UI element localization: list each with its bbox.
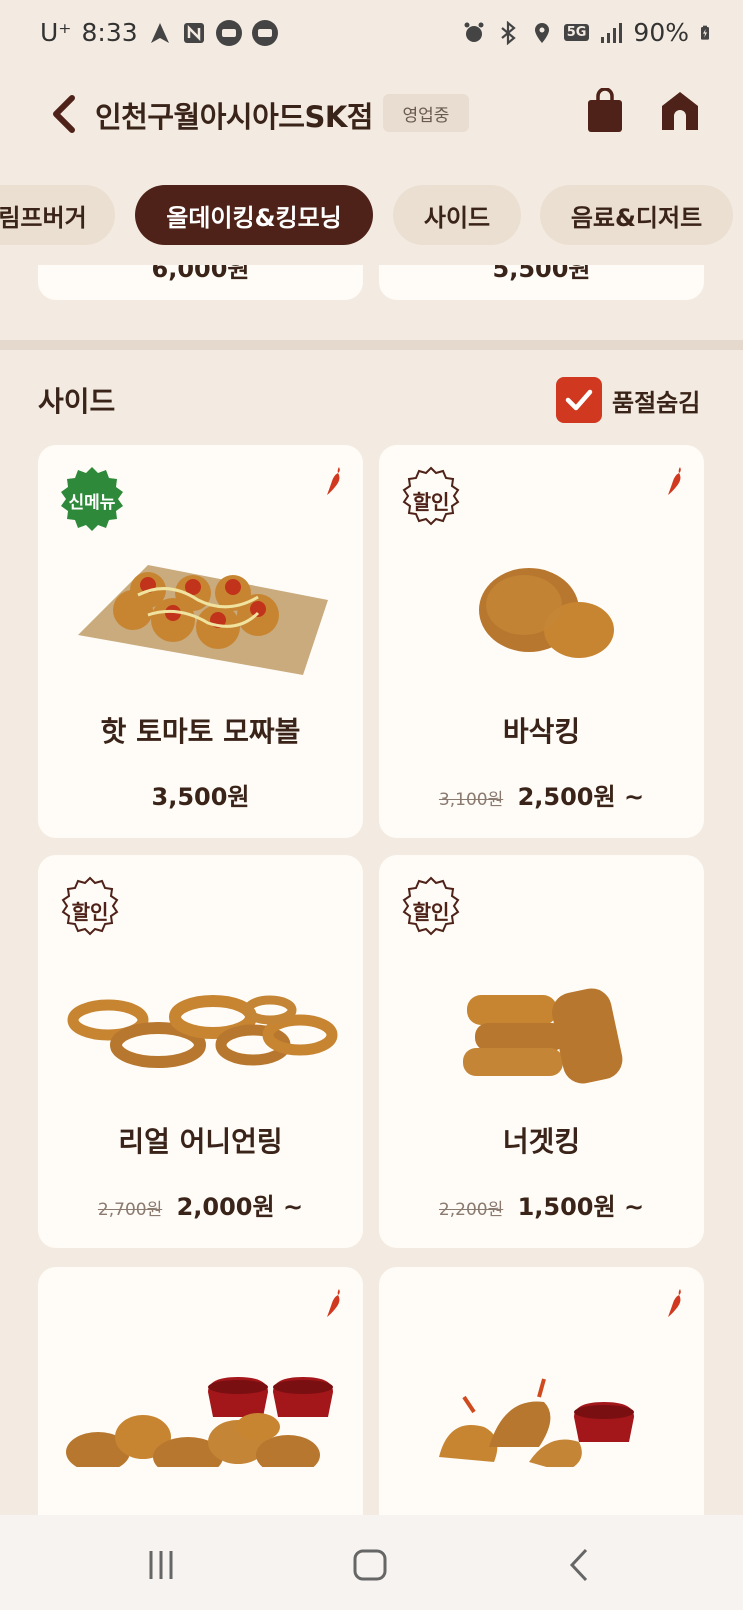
product-price: 6,000원: [151, 265, 250, 283]
spicy-chili-icon: [327, 1289, 340, 1317]
product-name: 바삭킹: [502, 715, 581, 748]
shopping-bag-icon[interactable]: [585, 88, 625, 134]
product-card[interactable]: [38, 1267, 363, 1515]
product-card[interactable]: [379, 1267, 704, 1515]
tab-side[interactable]: 사이드: [393, 185, 521, 245]
tab-allday-king[interactable]: 올데이킹&킹모닝: [135, 185, 373, 245]
product-price-row: 3,500원: [38, 777, 363, 812]
nugget-king-image: [463, 988, 623, 1084]
back-arrow-icon[interactable]: [44, 92, 84, 136]
home-button-icon[interactable]: [350, 1545, 390, 1585]
category-tabs: 림프버거 올데이킹&킹모닝 사이드 음료&디저트: [0, 185, 743, 245]
product-name: 너겟킹: [502, 1125, 581, 1158]
navigation-arrow-icon: [150, 22, 169, 43]
app-header: 인천구월아시아드SK점 영업중: [0, 80, 743, 150]
product-card[interactable]: 할인 리얼 어니언링 2,700원 2,000원 ~: [38, 855, 363, 1248]
alarm-icon: [464, 22, 484, 42]
store-name: 인천구월아시아드SK점: [95, 100, 373, 134]
location-icon: [534, 22, 549, 43]
section-divider: [0, 340, 743, 350]
product-card[interactable]: 할인 바삭킹 3,100원 2,500원 ~: [379, 445, 704, 838]
clock: 8:33: [81, 18, 138, 47]
product-name: 리얼 어니언링: [118, 1125, 283, 1158]
store-status-badge: 영업중: [383, 94, 469, 132]
car-icon: [251, 19, 278, 46]
product-price: 2,500원 ~: [517, 783, 645, 811]
product-price: 3,500원: [151, 783, 250, 811]
bluetooth-icon: [500, 20, 516, 45]
product-card[interactable]: 할인 너겟킹 2,200원 1,500원 ~: [379, 855, 704, 1248]
section-title: 사이드: [38, 385, 116, 418]
product-price: 2,000원 ~: [176, 1193, 304, 1221]
product-card[interactable]: 6,000원: [38, 265, 363, 300]
sale-badge-icon: 할인: [402, 876, 460, 936]
battery-charging-icon: [701, 25, 709, 40]
tab-premium-burger[interactable]: 림프버거: [0, 185, 115, 245]
original-price: 2,700원: [97, 1200, 163, 1220]
sale-badge-text: 할인: [413, 900, 450, 924]
hide-soldout-checkbox[interactable]: [556, 377, 602, 423]
home-icon[interactable]: [658, 88, 702, 134]
basak-king-image: [479, 568, 614, 658]
status-bar-right: 5G 90%: [462, 18, 715, 47]
product-price-row: 2,200원 1,500원 ~: [379, 1187, 704, 1222]
hide-soldout-label[interactable]: 품절숨김: [612, 383, 700, 418]
product-price: 1,500원 ~: [517, 1193, 645, 1221]
shrimp-image: [439, 1378, 634, 1467]
spicy-chili-icon: [668, 467, 681, 495]
status-bar: U⁺ 8:33 5G 90%: [0, 0, 743, 70]
product-card[interactable]: 5,500원: [379, 265, 704, 300]
battery-percent: 90%: [633, 18, 689, 47]
system-navigation-bar: [0, 1515, 743, 1610]
sale-badge-text: 할인: [413, 490, 450, 514]
new-menu-badge-icon: 신메뉴: [61, 467, 123, 531]
signal-icon: [601, 22, 623, 43]
original-price: 2,200원: [438, 1200, 504, 1220]
checkmark-icon: [565, 389, 593, 411]
car-icon: [215, 19, 242, 46]
status-bar-left: U⁺ 8:33: [40, 18, 278, 47]
back-button-icon[interactable]: [560, 1545, 600, 1585]
product-price: 5,500원: [492, 265, 591, 283]
sale-badge-icon: 할인: [402, 466, 460, 526]
new-badge-text: 신메뉴: [69, 493, 116, 513]
network-type: 5G: [563, 24, 590, 41]
original-price: 3,100원: [438, 790, 504, 810]
n-app-icon: [183, 22, 204, 43]
product-price-row: 2,700원 2,000원 ~: [38, 1187, 363, 1222]
hot-tomato-mozza-ball-image: [78, 565, 328, 675]
product-price-row: 3,100원 2,500원 ~: [379, 777, 704, 812]
spicy-chili-icon: [668, 1289, 681, 1317]
sale-badge-text: 할인: [72, 900, 109, 924]
real-onion-ring-image: [67, 995, 338, 1068]
carrier-label: U⁺: [40, 18, 72, 47]
recent-apps-icon[interactable]: [141, 1545, 181, 1585]
spicy-chili-icon: [327, 467, 340, 495]
menu-scroll-area[interactable]: 6,000원 5,500원 사이드 품절숨김 신메뉴 핫 토마토 모짜볼 3,5…: [0, 265, 743, 1515]
chicken-bites-image: [66, 1377, 333, 1467]
product-card[interactable]: 신메뉴 핫 토마토 모짜볼 3,500원: [38, 445, 363, 838]
sale-badge-icon: 할인: [61, 876, 119, 936]
product-name: 핫 토마토 모짜볼: [100, 715, 301, 748]
tab-drinks-dessert[interactable]: 음료&디저트: [540, 185, 733, 245]
